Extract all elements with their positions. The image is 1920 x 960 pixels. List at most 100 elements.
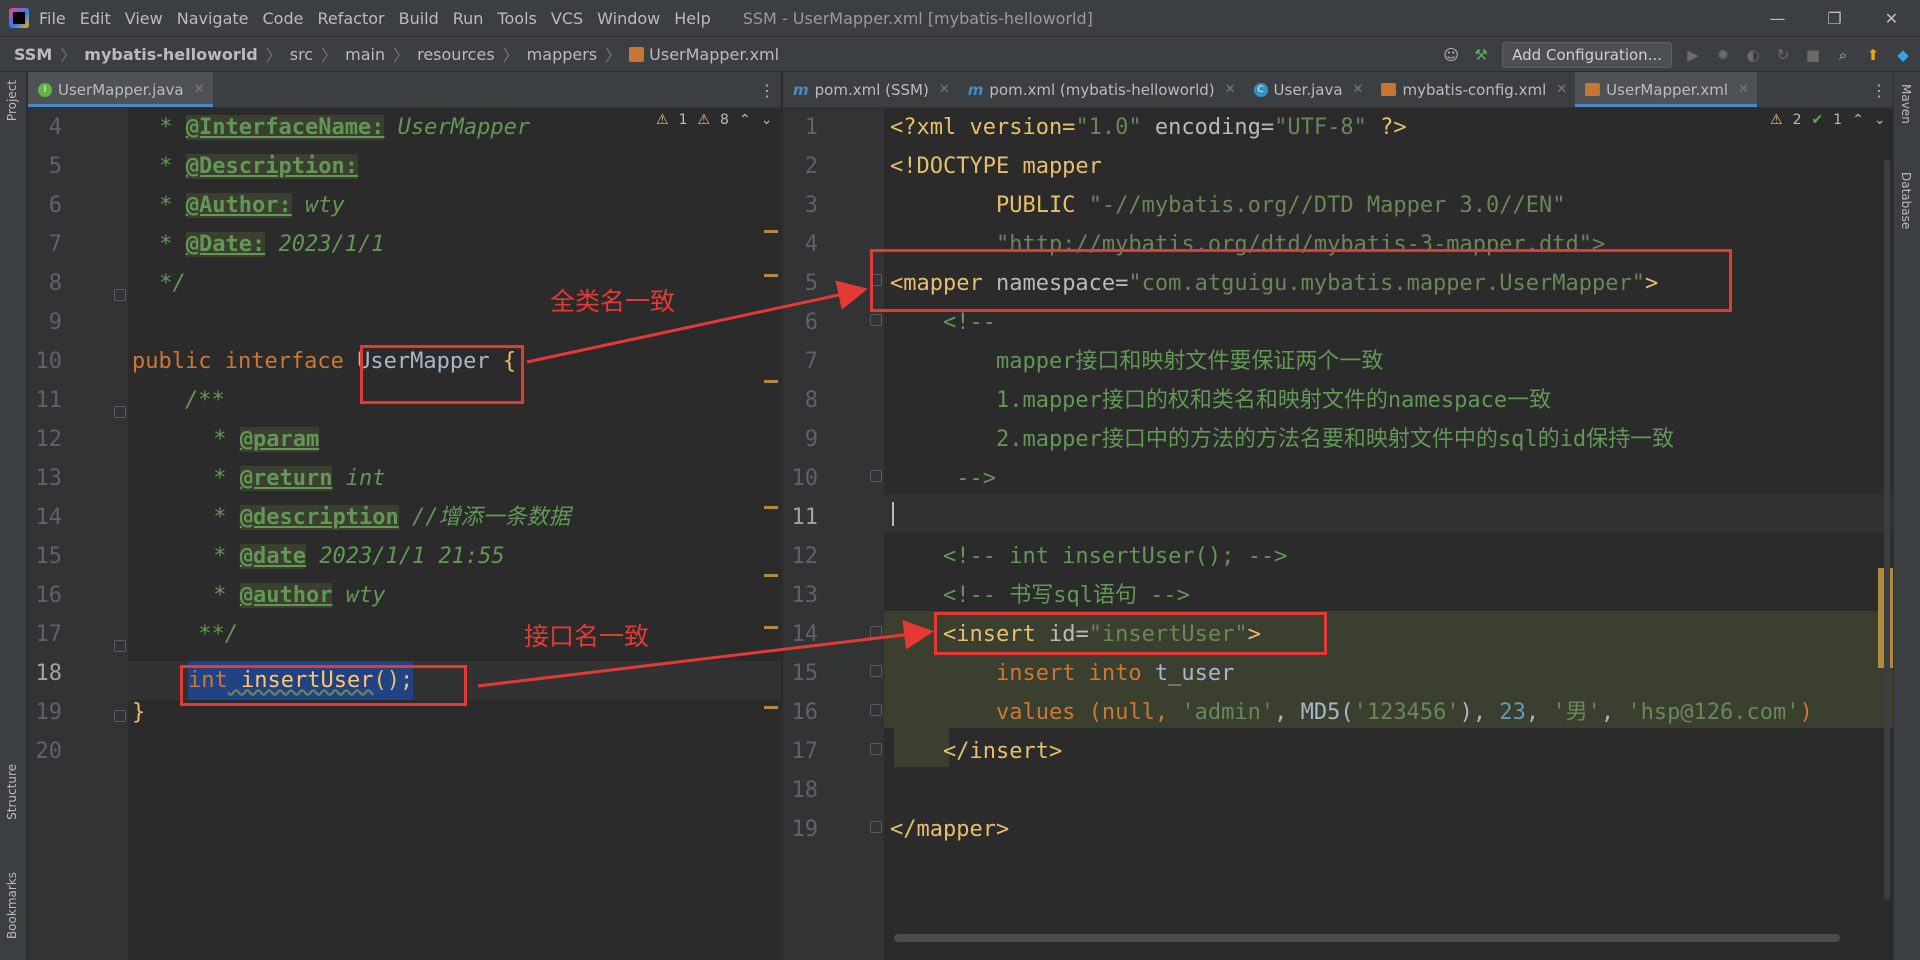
tab-label: User.java	[1273, 80, 1343, 99]
stop-icon[interactable]: ■	[1804, 46, 1822, 64]
crumb-module[interactable]: mybatis-helloworld	[84, 45, 257, 64]
menu-build[interactable]: Build	[399, 9, 439, 28]
add-configuration-button[interactable]: Add Configuration...	[1502, 42, 1672, 68]
horizontal-scrollbar[interactable]	[894, 934, 1840, 942]
chevron-right-icon: 〉	[60, 46, 77, 65]
tab-mybatis-config[interactable]: mybatis-config.xml ✕	[1371, 72, 1575, 107]
menu-window[interactable]: Window	[597, 9, 660, 28]
code-line: * @Author: wty	[146, 193, 345, 218]
scroll-marker	[764, 274, 778, 277]
fold-icon[interactable]	[114, 710, 126, 722]
code-line: <!DOCTYPE mapper	[890, 154, 1102, 179]
tab-pom-ssm[interactable]: m pom.xml (SSM) ✕	[783, 72, 958, 107]
fold-icon[interactable]	[870, 743, 882, 755]
tab-user-java[interactable]: C User.java ✕	[1244, 72, 1372, 107]
crumb-project[interactable]: SSM	[14, 45, 52, 64]
menu-view[interactable]: View	[125, 9, 163, 28]
search-icon[interactable]: ⌕	[1834, 46, 1852, 64]
menu-help[interactable]: Help	[674, 9, 710, 28]
annotation-interface-match: 接口名一致	[524, 622, 650, 651]
fold-icon[interactable]	[870, 470, 882, 482]
chevron-up-icon[interactable]: ⌃	[739, 112, 751, 128]
close-tab-icon[interactable]: ✕	[1353, 82, 1364, 97]
right-tab-bar: m pom.xml (SSM) ✕ m pom.xml (mybatis-hel…	[783, 72, 1893, 108]
fold-icon[interactable]	[114, 289, 126, 301]
chevron-up-icon[interactable]: ⌃	[1852, 112, 1864, 128]
highlight-box-insert-id	[934, 612, 1327, 655]
class-icon: C	[1253, 82, 1268, 97]
close-tab-icon[interactable]: ✕	[1225, 82, 1236, 97]
maven-tool-button[interactable]: Maven	[1899, 84, 1913, 124]
crumb-file[interactable]: UserMapper.xml	[649, 45, 779, 64]
current-line-highlight	[884, 494, 1893, 533]
line-number: 14	[35, 505, 63, 530]
menu-refactor[interactable]: Refactor	[317, 9, 384, 28]
menu-edit[interactable]: Edit	[80, 9, 111, 28]
tab-usermapper-java[interactable]: I UserMapper.java ✕	[28, 72, 213, 107]
fold-icon[interactable]	[870, 821, 882, 833]
close-tab-icon[interactable]: ✕	[1556, 82, 1567, 97]
line-number: 15	[35, 544, 63, 569]
fold-icon[interactable]	[870, 626, 882, 638]
structure-tool-button[interactable]: Structure	[5, 764, 19, 820]
minimize-icon[interactable]: —	[1749, 0, 1806, 36]
fold-icon[interactable]	[870, 704, 882, 716]
close-tab-icon[interactable]: ✕	[939, 82, 950, 97]
crumb-resources[interactable]: resources	[417, 45, 495, 64]
right-inspection-widget[interactable]: ⚠ 2 ✔ 1 ⌃ ⌄	[1770, 112, 1886, 128]
interface-icon: I	[38, 82, 52, 97]
fold-icon[interactable]	[114, 640, 126, 652]
annotation-fqn-match: 全类名一致	[550, 287, 676, 316]
database-tool-button[interactable]: Database	[1899, 172, 1913, 229]
crumb-main[interactable]: main	[345, 45, 385, 64]
right-code-editor[interactable]: ⚠ 2 ✔ 1 ⌃ ⌄ 1 2 3 4 5 6 7 8 9 10 11 12 13 14 15 16 17 18 19 …	[783, 108, 1893, 960]
tab-pom-helloworld[interactable]: m pom.xml (mybatis-helloworld) ✕	[958, 72, 1244, 107]
vertical-scrollbar[interactable]	[1884, 160, 1890, 900]
crumb-src[interactable]: src	[290, 45, 313, 64]
menu-code[interactable]: Code	[263, 9, 304, 28]
coverage-icon[interactable]: ◐	[1744, 46, 1762, 64]
run-icon[interactable]: ▶	[1684, 46, 1702, 64]
more-tabs-icon[interactable]: ⋮	[759, 72, 775, 108]
code-line: <!-- int insertUser(); -->	[890, 544, 1288, 569]
code-line: * @InterfaceName: UserMapper	[146, 115, 531, 140]
debug-icon[interactable]: ✹	[1714, 46, 1732, 64]
line-number: 16	[35, 583, 63, 608]
left-code-editor[interactable]: ⚠ 1 ⚠ 8 ⌃ ⌄ 4 5 6 7 8 9 10 11 12 13 14 15 16 17 18 19 20 *…	[28, 108, 781, 960]
fold-icon[interactable]	[870, 314, 882, 326]
close-tab-icon[interactable]: ✕	[1738, 82, 1749, 97]
line-number: 6	[804, 310, 818, 335]
tab-usermapper-xml[interactable]: UserMapper.xml ✕	[1575, 72, 1757, 107]
fold-icon[interactable]	[114, 406, 126, 418]
line-number: 8	[804, 388, 818, 413]
chevron-down-icon[interactable]: ⌄	[761, 112, 773, 128]
build-hammer-icon[interactable]: ⚒	[1472, 46, 1490, 64]
fold-icon[interactable]	[870, 665, 882, 677]
line-number: 20	[35, 739, 63, 764]
close-icon[interactable]: ✕	[1863, 0, 1920, 36]
profile-icon[interactable]: ↻	[1774, 46, 1792, 64]
menu-file[interactable]: File	[39, 9, 66, 28]
updates-icon[interactable]: ⬆	[1864, 46, 1882, 64]
line-number: 7	[48, 232, 62, 257]
more-tabs-icon[interactable]: ⋮	[1871, 72, 1887, 108]
line-number: 4	[804, 232, 818, 257]
crumb-mappers[interactable]: mappers	[527, 45, 597, 64]
code-line: <?xml version="1.0" encoding="UTF-8" ?>	[890, 115, 1407, 140]
menu-vcs[interactable]: VCS	[551, 9, 583, 28]
menu-tools[interactable]: Tools	[497, 9, 536, 28]
jetbrains-icon[interactable]: ◆	[1894, 46, 1912, 64]
menu-navigate[interactable]: Navigate	[177, 9, 249, 28]
bookmarks-tool-button[interactable]: Bookmarks	[5, 872, 19, 939]
line-number: 16	[791, 700, 819, 725]
code-line: <!-- 书写sql语句 -->	[890, 583, 1190, 608]
menu-run[interactable]: Run	[453, 9, 484, 28]
left-inspection-widget[interactable]: ⚠ 1 ⚠ 8 ⌃ ⌄	[656, 112, 772, 128]
close-tab-icon[interactable]: ✕	[194, 82, 205, 97]
project-tool-button[interactable]: Project	[5, 80, 19, 121]
line-number: 15	[791, 661, 819, 686]
chevron-down-icon[interactable]: ⌄	[1874, 112, 1886, 128]
user-icon[interactable]: ☺	[1442, 46, 1460, 64]
chevron-right-icon: 〉	[321, 46, 338, 65]
restore-icon[interactable]: ❐	[1806, 0, 1863, 36]
